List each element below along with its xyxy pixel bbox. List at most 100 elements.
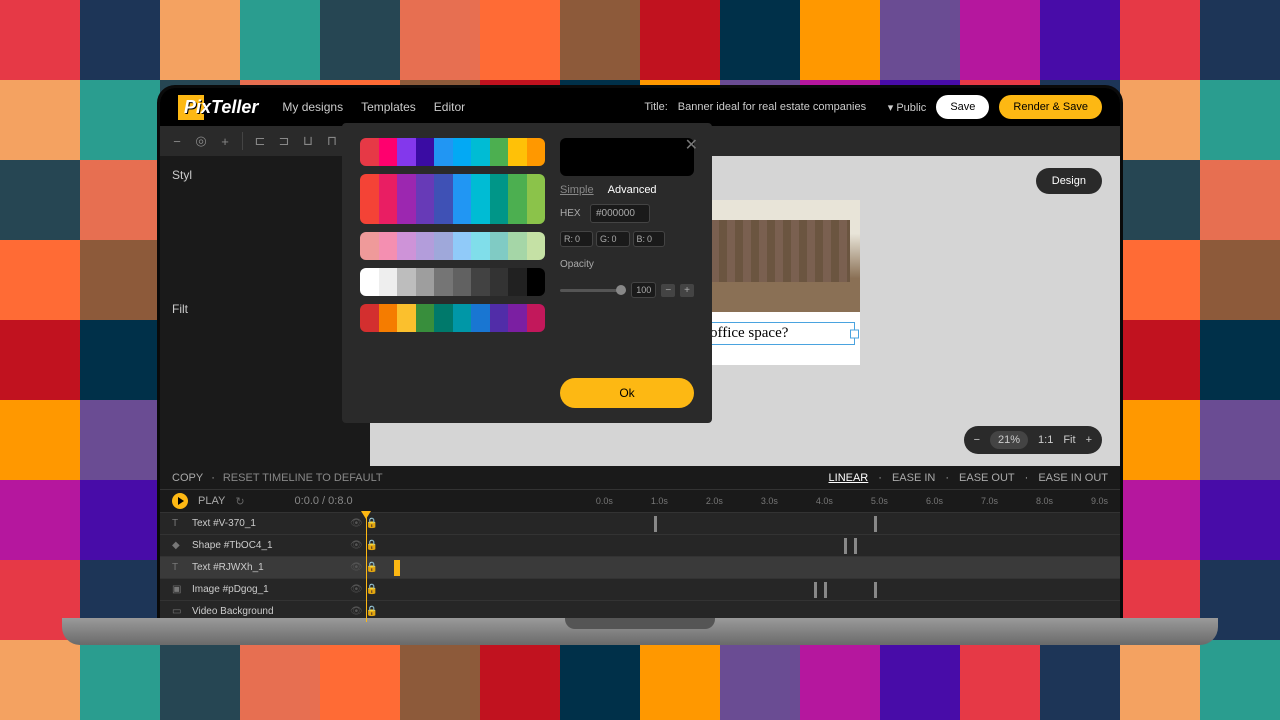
color-swatch[interactable] — [360, 304, 379, 332]
tab-simple[interactable]: Simple — [560, 184, 594, 196]
color-swatch[interactable] — [490, 268, 509, 296]
align-left-icon[interactable]: ⊏ — [253, 134, 267, 148]
color-swatch[interactable] — [416, 304, 435, 332]
align-right-icon[interactable]: ⊔ — [301, 134, 315, 148]
layer-visibility-icons[interactable]: 👁 🔒 — [350, 584, 378, 595]
close-icon[interactable]: ✕ — [685, 135, 698, 155]
color-swatch[interactable] — [434, 268, 453, 296]
timeline-track[interactable] — [394, 557, 1108, 578]
ok-button[interactable]: Ok — [560, 378, 694, 408]
color-swatch[interactable] — [379, 304, 398, 332]
nav-my-designs[interactable]: My designs — [282, 100, 343, 114]
keyframe[interactable] — [874, 582, 877, 598]
color-swatch[interactable] — [397, 138, 416, 166]
layer-visibility-icons[interactable]: 👁 🔒 — [350, 540, 378, 551]
align-center-icon[interactable]: ⊐ — [277, 134, 291, 148]
color-swatch[interactable] — [471, 138, 490, 166]
design-button[interactable]: Design — [1036, 168, 1102, 194]
color-swatch[interactable] — [360, 138, 379, 166]
color-swatch[interactable] — [508, 232, 527, 260]
color-swatch[interactable] — [453, 268, 472, 296]
color-swatch[interactable] — [434, 138, 453, 166]
opacity-slider[interactable] — [560, 289, 626, 292]
timeline-row[interactable]: ◆Shape #TbOC4_1👁 🔒 — [160, 534, 1120, 556]
color-swatch[interactable] — [416, 232, 435, 260]
color-swatch[interactable] — [490, 174, 509, 224]
color-swatch[interactable] — [434, 232, 453, 260]
tool-plus-icon[interactable]: + — [218, 134, 232, 148]
color-swatch[interactable] — [508, 174, 527, 224]
color-swatch[interactable] — [416, 138, 435, 166]
color-swatch[interactable] — [508, 138, 527, 166]
hex-input[interactable] — [590, 204, 650, 223]
color-swatch[interactable] — [453, 138, 472, 166]
color-swatch[interactable] — [471, 268, 490, 296]
render-save-button[interactable]: Render & Save — [999, 95, 1102, 119]
color-swatch[interactable] — [490, 304, 509, 332]
color-swatch[interactable] — [508, 304, 527, 332]
timeline-track[interactable] — [394, 513, 1108, 534]
zoom-in-icon[interactable]: + — [1086, 434, 1092, 446]
color-swatch[interactable] — [379, 232, 398, 260]
easing-out[interactable]: EASE OUT — [959, 472, 1015, 484]
timeline-track[interactable] — [394, 535, 1108, 556]
color-swatch[interactable] — [360, 174, 379, 224]
nav-templates[interactable]: Templates — [361, 100, 416, 114]
color-swatch[interactable] — [490, 232, 509, 260]
align-top-icon[interactable]: ⊓ — [325, 134, 339, 148]
color-swatch[interactable] — [379, 268, 398, 296]
timeline-ruler[interactable]: 0.0s1.0s2.0s3.0s4.0s5.0s6.0s7.0s8.0s9.0s — [596, 496, 1108, 506]
keyframe[interactable] — [654, 516, 657, 532]
tool-target-icon[interactable]: ◎ — [194, 134, 208, 148]
zoom-value[interactable]: 21% — [990, 431, 1028, 449]
color-swatch[interactable] — [360, 268, 379, 296]
g-input[interactable] — [612, 234, 626, 244]
visibility-dropdown[interactable]: ▾ Public — [888, 101, 927, 114]
color-swatch[interactable] — [397, 304, 416, 332]
layer-visibility-icons[interactable]: 👁 🔒 — [350, 606, 378, 617]
timeline-row[interactable]: TText #RJWXh_1👁 🔒 — [160, 556, 1120, 578]
color-swatch[interactable] — [416, 174, 435, 224]
color-swatch[interactable] — [360, 232, 379, 260]
keyframe[interactable] — [824, 582, 827, 598]
easing-linear[interactable]: LINEAR — [829, 472, 869, 484]
color-swatch[interactable] — [453, 232, 472, 260]
color-swatch[interactable] — [397, 174, 416, 224]
b-input[interactable] — [647, 234, 661, 244]
color-swatch[interactable] — [434, 304, 453, 332]
title-input[interactable] — [678, 101, 878, 113]
color-swatch[interactable] — [490, 138, 509, 166]
color-swatch[interactable] — [508, 268, 527, 296]
color-swatch[interactable] — [527, 174, 546, 224]
r-input[interactable] — [575, 234, 589, 244]
tab-advanced[interactable]: Advanced — [608, 184, 657, 196]
keyframe[interactable] — [814, 582, 817, 598]
loop-icon[interactable]: ↻ — [235, 495, 244, 508]
nav-editor[interactable]: Editor — [434, 100, 465, 114]
color-swatch[interactable] — [471, 174, 490, 224]
layer-visibility-icons[interactable]: 👁 🔒 — [350, 562, 378, 573]
play-button[interactable] — [172, 493, 188, 509]
keyframe[interactable] — [874, 516, 877, 532]
opacity-minus[interactable]: − — [661, 284, 675, 297]
opacity-plus[interactable]: + — [680, 284, 694, 297]
save-button[interactable]: Save — [936, 95, 989, 119]
color-swatch[interactable] — [397, 268, 416, 296]
color-swatch[interactable] — [397, 232, 416, 260]
zoom-fit[interactable]: Fit — [1063, 434, 1075, 446]
color-swatch[interactable] — [527, 304, 546, 332]
color-swatch[interactable] — [527, 268, 546, 296]
color-swatch[interactable] — [379, 174, 398, 224]
color-swatch[interactable] — [453, 174, 472, 224]
color-swatch[interactable] — [471, 304, 490, 332]
keyframe[interactable] — [844, 538, 847, 554]
zoom-ratio[interactable]: 1:1 — [1038, 434, 1053, 446]
timeline-copy[interactable]: COPY — [172, 472, 203, 484]
timeline-track[interactable] — [394, 579, 1108, 600]
timeline-reset[interactable]: RESET TIMELINE TO DEFAULT — [223, 472, 383, 484]
playhead[interactable] — [366, 512, 367, 622]
easing-in[interactable]: EASE IN — [892, 472, 935, 484]
color-swatch[interactable] — [527, 232, 546, 260]
timeline-row[interactable]: TText #V-370_1👁 🔒 — [160, 512, 1120, 534]
color-swatch[interactable] — [471, 232, 490, 260]
